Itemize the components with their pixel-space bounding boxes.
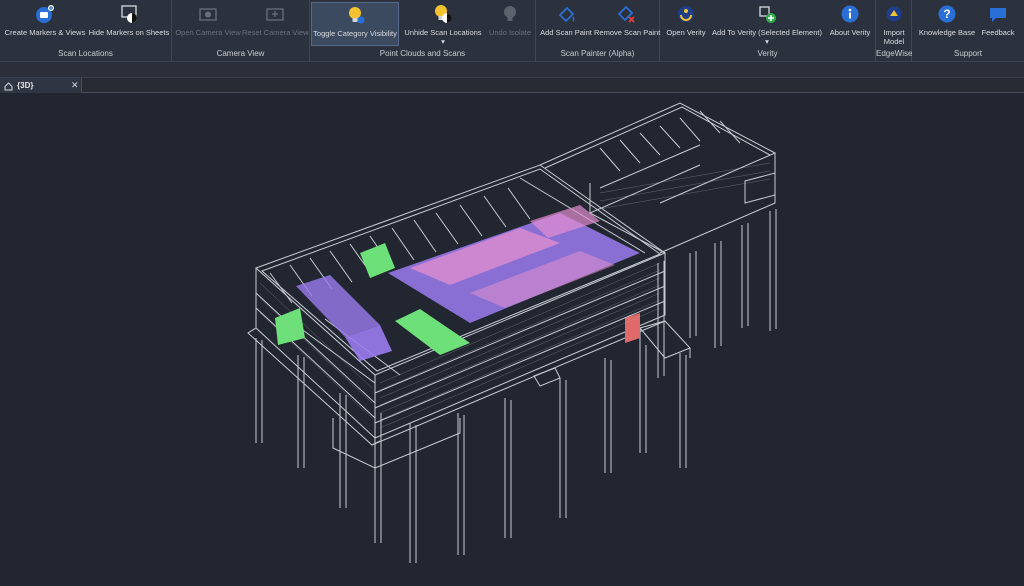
group-label-point-clouds: Point Clouds and Scans xyxy=(379,49,466,58)
group-verity: Open Verity Add To Verity (Selected Elem… xyxy=(660,0,876,62)
help-icon: ? xyxy=(936,3,958,25)
view-tab-bar: {3D} ✕ xyxy=(0,78,1024,93)
unhide-scan-locations-button[interactable]: Unhide Scan Locations ▾ xyxy=(402,2,484,46)
lightbulb-marker-icon xyxy=(432,3,454,25)
add-scan-paint-button[interactable]: Add Scan Paint xyxy=(538,2,594,46)
create-markers-button[interactable]: Create Markers & Views xyxy=(3,2,87,46)
markers-camera-icon xyxy=(34,3,56,25)
remove-scan-paint-button[interactable]: Remove Scan Paint xyxy=(594,2,660,46)
scan-paint-overlay xyxy=(275,205,640,361)
view-tab-title: {3D} xyxy=(17,81,34,90)
about-verity-button[interactable]: About Verity xyxy=(826,2,874,46)
hide-markers-icon xyxy=(118,3,140,25)
add-element-icon xyxy=(756,3,778,25)
chat-bubble-icon xyxy=(987,3,1009,25)
group-edgewise: Import Model EdgeWise xyxy=(876,0,912,62)
svg-text:?: ? xyxy=(943,7,950,21)
lightbulb-disabled-icon xyxy=(499,3,521,25)
building-model-wireframe xyxy=(247,102,777,563)
group-label-scan-painter: Scan Painter (Alpha) xyxy=(560,49,635,58)
group-camera-view: Open Camera View Reset Camera View Camer… xyxy=(172,0,310,62)
group-label-scan-locations: Scan Locations xyxy=(58,49,113,58)
group-support: ? Knowledge Base Feedback Support xyxy=(912,0,1024,62)
open-camera-view-button[interactable]: Open Camera View xyxy=(175,2,241,46)
hide-markers-button[interactable]: Hide Markers on Sheets xyxy=(88,2,170,46)
feedback-button[interactable]: Feedback xyxy=(976,2,1020,46)
add-to-verity-button[interactable]: Add To Verity (Selected Element) ▾ xyxy=(711,2,823,46)
view-tab-3d[interactable]: {3D} ✕ xyxy=(0,78,82,93)
group-label-edgewise: EdgeWise xyxy=(876,49,913,58)
import-model-button[interactable]: Import Model xyxy=(877,2,911,46)
3d-viewport[interactable] xyxy=(0,93,1024,586)
info-icon xyxy=(839,3,861,25)
options-bar xyxy=(0,62,1024,78)
undo-isolate-button[interactable]: Undo Isolate xyxy=(486,2,534,46)
paint-bucket-remove-icon xyxy=(615,3,637,25)
group-scan-painter: Add Scan Paint Remove Scan Paint Scan Pa… xyxy=(536,0,660,62)
group-label-verity: Verity xyxy=(757,49,778,58)
reset-camera-view-button[interactable]: Reset Camera View xyxy=(242,2,309,46)
camera-reset-icon xyxy=(264,3,286,25)
lightbulb-icon xyxy=(344,4,366,26)
camera-open-icon xyxy=(197,3,219,25)
home-icon xyxy=(4,81,13,91)
group-label-camera-view: Camera View xyxy=(216,49,265,58)
dropdown-arrow-icon[interactable]: ▾ xyxy=(402,37,484,46)
paint-bucket-icon xyxy=(555,3,577,25)
dropdown-arrow-icon[interactable]: ▾ xyxy=(711,37,823,46)
close-icon[interactable]: ✕ xyxy=(71,78,79,93)
group-point-clouds: Toggle Category Visibility Unhide Scan L… xyxy=(310,0,536,62)
edgewise-import-icon xyxy=(883,3,905,25)
verity-logo-icon xyxy=(675,3,697,25)
open-verity-button[interactable]: Open Verity xyxy=(663,2,709,46)
group-label-support: Support xyxy=(953,49,983,58)
toggle-category-visibility-button[interactable]: Toggle Category Visibility xyxy=(311,2,399,46)
knowledge-base-button[interactable]: ? Knowledge Base xyxy=(916,2,978,46)
group-scan-locations: Create Markers & Views Hide Markers on S… xyxy=(0,0,172,62)
ribbon: Create Markers & Views Hide Markers on S… xyxy=(0,0,1024,62)
